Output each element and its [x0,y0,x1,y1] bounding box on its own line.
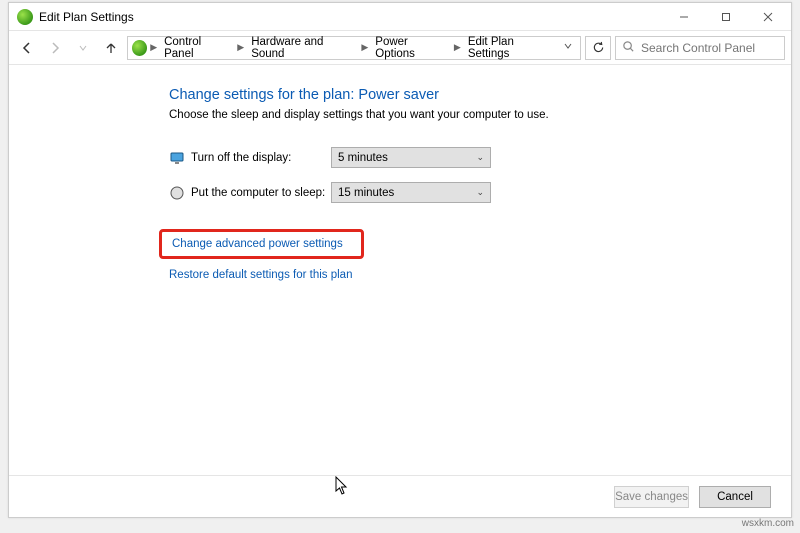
address-bar[interactable]: ▶ Control Panel ▶ Hardware and Sound ▶ P… [127,36,581,60]
footer: Save changes Cancel [9,475,791,517]
chevron-right-icon[interactable]: ▶ [360,42,369,53]
titlebar: Edit Plan Settings [9,3,791,31]
content-area: Change settings for the plan: Power save… [9,65,791,475]
sleep-dropdown[interactable]: 15 minutes ⌄ [331,182,491,203]
sleep-label: Put the computer to sleep: [191,187,331,199]
minimize-button[interactable] [663,4,705,30]
display-off-value: 5 minutes [338,152,388,164]
navbar: ▶ Control Panel ▶ Hardware and Sound ▶ P… [9,31,791,65]
app-icon [17,9,33,25]
save-button: Save changes [614,486,689,508]
close-button[interactable] [747,4,789,30]
window: Edit Plan Settings ▶ Control Panel [8,2,792,518]
chevron-right-icon[interactable]: ▶ [236,42,245,53]
settings-grid: Turn off the display: 5 minutes ⌄ Put th… [169,147,791,203]
page-heading: Change settings for the plan: Power save… [169,87,791,103]
maximize-button[interactable] [705,4,747,30]
recent-dropdown-icon[interactable] [71,36,95,60]
advanced-settings-link[interactable]: Change advanced power settings [159,229,364,259]
address-dropdown-icon[interactable] [560,42,576,53]
up-button[interactable] [99,36,123,60]
display-off-label: Turn off the display: [191,152,331,164]
breadcrumb[interactable]: Hardware and Sound [247,37,358,59]
display-off-dropdown[interactable]: 5 minutes ⌄ [331,147,491,168]
sleep-value: 15 minutes [338,187,394,199]
links-area: Change advanced power settings Restore d… [159,229,791,281]
cancel-button[interactable]: Cancel [699,486,771,508]
chevron-right-icon[interactable]: ▶ [453,42,462,53]
chevron-down-icon: ⌄ [476,187,484,198]
chevron-down-icon: ⌄ [476,152,484,163]
breadcrumb[interactable]: Power Options [371,37,451,59]
search-box[interactable] [615,36,785,60]
search-icon [622,40,635,56]
search-input[interactable] [641,41,778,55]
breadcrumb[interactable]: Control Panel [160,37,234,59]
back-button[interactable] [15,36,39,60]
page-subtext: Choose the sleep and display settings th… [169,109,791,121]
chevron-right-icon[interactable]: ▶ [149,42,158,53]
refresh-button[interactable] [585,36,611,60]
restore-defaults-link[interactable]: Restore default settings for this plan [169,269,791,281]
window-title: Edit Plan Settings [39,10,134,24]
monitor-icon [169,150,185,166]
moon-icon [169,185,185,201]
forward-button[interactable] [43,36,67,60]
address-icon [132,40,147,56]
watermark: wsxkm.com [742,518,794,529]
breadcrumb[interactable]: Edit Plan Settings [464,37,558,59]
